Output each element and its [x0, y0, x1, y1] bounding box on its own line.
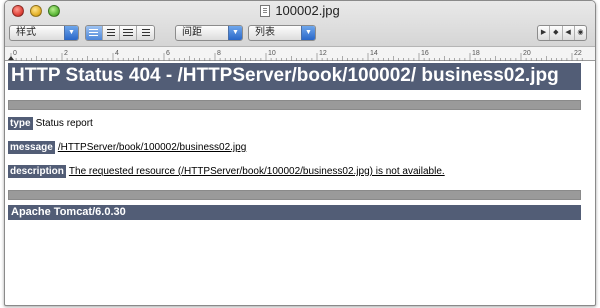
server-footer: Apache Tomcat/6.0.30 — [8, 205, 581, 220]
align-right-button[interactable] — [137, 26, 154, 40]
align-center-button[interactable] — [103, 26, 120, 40]
type-label: type — [8, 117, 33, 130]
ruler-label: 20 — [523, 50, 531, 57]
error-heading: HTTP Status 404 - /HTTPServer/book/10000… — [8, 63, 581, 90]
description-value: The requested resource (/HTTPServer/book… — [68, 166, 445, 177]
ruler-label: 10 — [268, 50, 276, 57]
format-toolbar: 样式 ▼ 间距 ▼ 列表 ▼ ▶ ◆ ◀ ◉ — [5, 25, 595, 43]
chevron-down-icon: ▼ — [64, 26, 78, 40]
spacing-popup[interactable]: 间距 ▼ — [175, 25, 243, 41]
style-popup-label: 样式 — [16, 27, 36, 38]
message-row: message/HTTPServer/book/100002/business0… — [8, 141, 592, 154]
ruler-label: 2 — [64, 50, 68, 57]
type-value: Status report — [35, 118, 93, 129]
align-left-icon — [89, 29, 98, 30]
ruler-label: 0 — [13, 50, 17, 57]
decimal-tab-button[interactable]: ◉ — [575, 26, 586, 40]
description-row: description The requested resource (/HTTP… — [8, 165, 592, 178]
center-tab-button[interactable]: ◆ — [550, 26, 563, 40]
document-window: 100002.jpg 样式 ▼ 间距 ▼ 列表 ▼ ▶ ◆ ◀ ◉ 0 2 4 … — [4, 0, 596, 306]
align-left-button[interactable] — [86, 26, 103, 40]
message-label: message — [8, 141, 55, 154]
list-popup[interactable]: 列表 ▼ — [248, 25, 316, 41]
ruler[interactable]: 0 2 4 6 8 10 12 14 16 18 20 22 — [5, 46, 595, 61]
align-justify-icon — [123, 29, 133, 30]
style-popup[interactable]: 样式 ▼ — [9, 25, 79, 41]
ruler-label: 16 — [421, 50, 429, 57]
document-icon — [260, 5, 271, 17]
ruler-label: 6 — [166, 50, 170, 57]
ruler-label: 18 — [472, 50, 480, 57]
align-justify-button[interactable] — [120, 26, 137, 40]
window-title-text: 100002.jpg — [275, 3, 340, 18]
page-content: HTTP Status 404 - /HTTPServer/book/10000… — [8, 63, 592, 220]
list-popup-label: 列表 — [255, 27, 275, 38]
message-value: /HTTPServer/book/100002/business02.jpg — [57, 142, 247, 153]
tab-stops-control: ▶ ◆ ◀ ◉ — [537, 25, 587, 41]
ruler-label: 12 — [319, 50, 327, 57]
type-row: type Status report — [8, 117, 592, 130]
spacing-popup-label: 间距 — [182, 27, 202, 38]
ruler-ticks: 0 2 4 6 8 10 12 14 16 18 20 22 — [8, 50, 583, 61]
window-chrome: 100002.jpg 样式 ▼ 间距 ▼ 列表 ▼ ▶ ◆ ◀ ◉ 0 2 4 … — [5, 1, 595, 61]
ruler-label: 8 — [217, 50, 221, 57]
alignment-segmented-control — [85, 25, 155, 41]
chevron-down-icon: ▼ — [301, 26, 315, 40]
chevron-down-icon: ▼ — [228, 26, 242, 40]
align-right-icon — [142, 29, 150, 30]
right-tab-button[interactable]: ▶ — [538, 26, 551, 40]
window-title: 100002.jpg — [5, 3, 595, 19]
ruler-label: 22 — [574, 50, 582, 57]
divider-bottom — [8, 190, 581, 200]
description-label: description — [8, 165, 66, 178]
align-center-icon — [107, 29, 115, 30]
ruler-label: 4 — [115, 50, 119, 57]
left-tab-button[interactable]: ◀ — [563, 26, 575, 40]
divider-top — [8, 100, 581, 110]
ruler-label: 14 — [370, 50, 378, 57]
